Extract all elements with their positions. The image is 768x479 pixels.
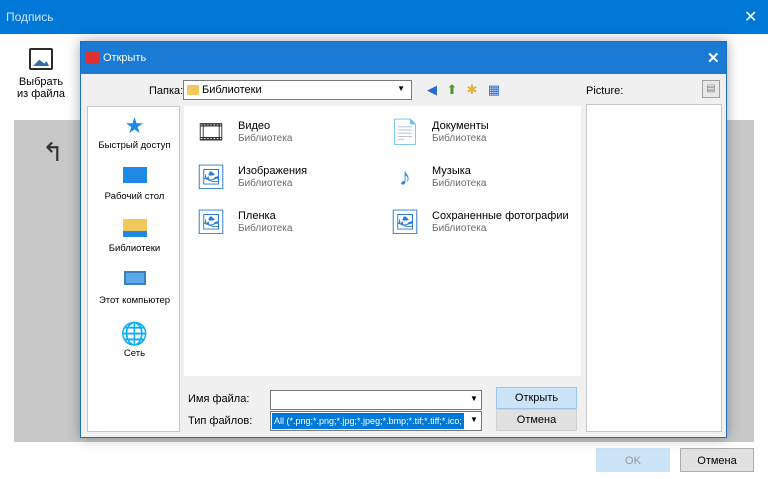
up-folder-icon[interactable]: ⬆ — [444, 82, 460, 98]
list-item[interactable]: 🖼 Пленка Библиотека — [194, 208, 384, 244]
open-dialog: Открыть ✕ Папка: Библиотеки ▼ ◀ ⬆ ✱ ▦ ★ … — [80, 41, 727, 438]
place-label: Этот компьютер — [98, 295, 171, 306]
place-quick-access[interactable]: ★ Быстрый доступ — [88, 113, 181, 152]
background-close-icon[interactable]: ✕ — [744, 7, 757, 27]
folder-label: Папка: — [149, 85, 184, 97]
item-subtitle: Библиотека — [432, 178, 487, 189]
app-icon — [86, 51, 99, 64]
dialog-title: Открыть — [103, 52, 147, 64]
file-list: 🎞 Видео Библиотека 📄 Документы Библиотек… — [184, 106, 581, 376]
list-item[interactable]: 🖼 Сохраненные фотографии Библиотека — [388, 208, 578, 244]
camera-roll-library-icon: 🖼 — [195, 209, 227, 236]
item-name: Изображения — [238, 165, 308, 177]
file-type-label: Тип файлов: — [188, 415, 253, 427]
close-icon[interactable]: ✕ — [707, 49, 720, 67]
place-desktop[interactable]: Рабочий стол — [88, 167, 181, 202]
chevron-down-icon[interactable]: ▼ — [470, 394, 478, 403]
place-this-pc[interactable]: Этот компьютер — [88, 271, 181, 306]
desktop-icon — [122, 167, 147, 183]
chevron-down-icon: ▼ — [397, 84, 405, 93]
picture-label: Picture: — [586, 85, 624, 97]
cancel-button[interactable]: Отмена — [496, 409, 577, 431]
background-window-title: Подпись — [6, 10, 54, 24]
dialog-titlebar: Открыть ✕ — [81, 42, 726, 74]
list-item[interactable]: 📄 Документы Библиотека — [388, 118, 578, 154]
item-subtitle: Библиотека — [238, 133, 293, 144]
documents-library-icon: 📄 — [390, 119, 420, 146]
video-library-icon: 🎞 — [195, 119, 227, 146]
computer-icon — [123, 271, 146, 285]
choose-from-file-label-1: Выбрать — [18, 76, 64, 88]
star-icon: ★ — [124, 113, 145, 138]
choose-from-file-button[interactable]: Выбрать из файла — [10, 48, 72, 100]
background-titlebar — [0, 0, 768, 34]
place-label: Сеть — [123, 348, 146, 359]
place-label: Библиотеки — [108, 243, 161, 254]
item-subtitle: Библиотека — [238, 178, 293, 189]
file-name-input[interactable] — [270, 390, 482, 410]
background-cancel-button[interactable]: Отмена — [680, 448, 754, 472]
view-menu-icon[interactable]: ▦ — [486, 82, 502, 98]
places-sidebar: ★ Быстрый доступ Рабочий стол Библиотеки… — [87, 106, 180, 432]
choose-from-file-label-2: из файла — [16, 88, 66, 100]
list-item[interactable]: 🖼 Изображения Библиотека — [194, 163, 384, 199]
undo-arrow-icon[interactable]: ↰ — [42, 137, 64, 168]
list-item[interactable]: ♪ Музыка Библиотека — [388, 163, 578, 199]
file-name-label: Имя файла: — [188, 393, 250, 405]
place-label: Быстрый доступ — [98, 140, 171, 151]
item-name: Музыка — [432, 165, 471, 177]
item-subtitle: Библиотека — [432, 223, 487, 234]
folder-icon — [187, 85, 199, 95]
folder-value: Библиотеки — [202, 84, 262, 96]
preview-toggle-icon[interactable]: ▤ — [702, 80, 720, 98]
folder-dropdown[interactable]: Библиотеки ▼ — [183, 80, 412, 100]
item-name: Видео — [238, 120, 271, 132]
network-icon: 🌐 — [120, 321, 149, 346]
picture-preview — [586, 104, 722, 432]
chevron-down-icon[interactable]: ▼ — [470, 415, 478, 424]
item-subtitle: Библиотека — [238, 223, 293, 234]
item-name: Пленка — [238, 210, 276, 222]
music-library-icon: ♪ — [399, 164, 411, 191]
back-icon[interactable]: ◀ — [424, 82, 440, 98]
file-type-value: All (*.png;*.png;*.jpg;*.jpeg;*.bmp;*.ti… — [272, 413, 464, 429]
item-name: Сохраненные фотографии — [432, 210, 569, 222]
place-network[interactable]: 🌐 Сеть — [88, 321, 181, 360]
item-subtitle: Библиотека — [432, 133, 487, 144]
list-item[interactable]: 🎞 Видео Библиотека — [194, 118, 384, 154]
place-label: Рабочий стол — [104, 191, 165, 202]
item-name: Документы — [432, 120, 489, 132]
open-button[interactable]: Открыть — [496, 387, 577, 409]
saved-pictures-library-icon: 🖼 — [389, 209, 421, 236]
images-library-icon: 🖼 — [195, 164, 227, 191]
picture-icon — [29, 48, 53, 70]
place-libraries[interactable]: Библиотеки — [88, 219, 181, 254]
libraries-icon — [122, 219, 147, 237]
ok-button[interactable]: OK — [596, 448, 670, 472]
new-folder-icon[interactable]: ✱ — [464, 82, 480, 98]
